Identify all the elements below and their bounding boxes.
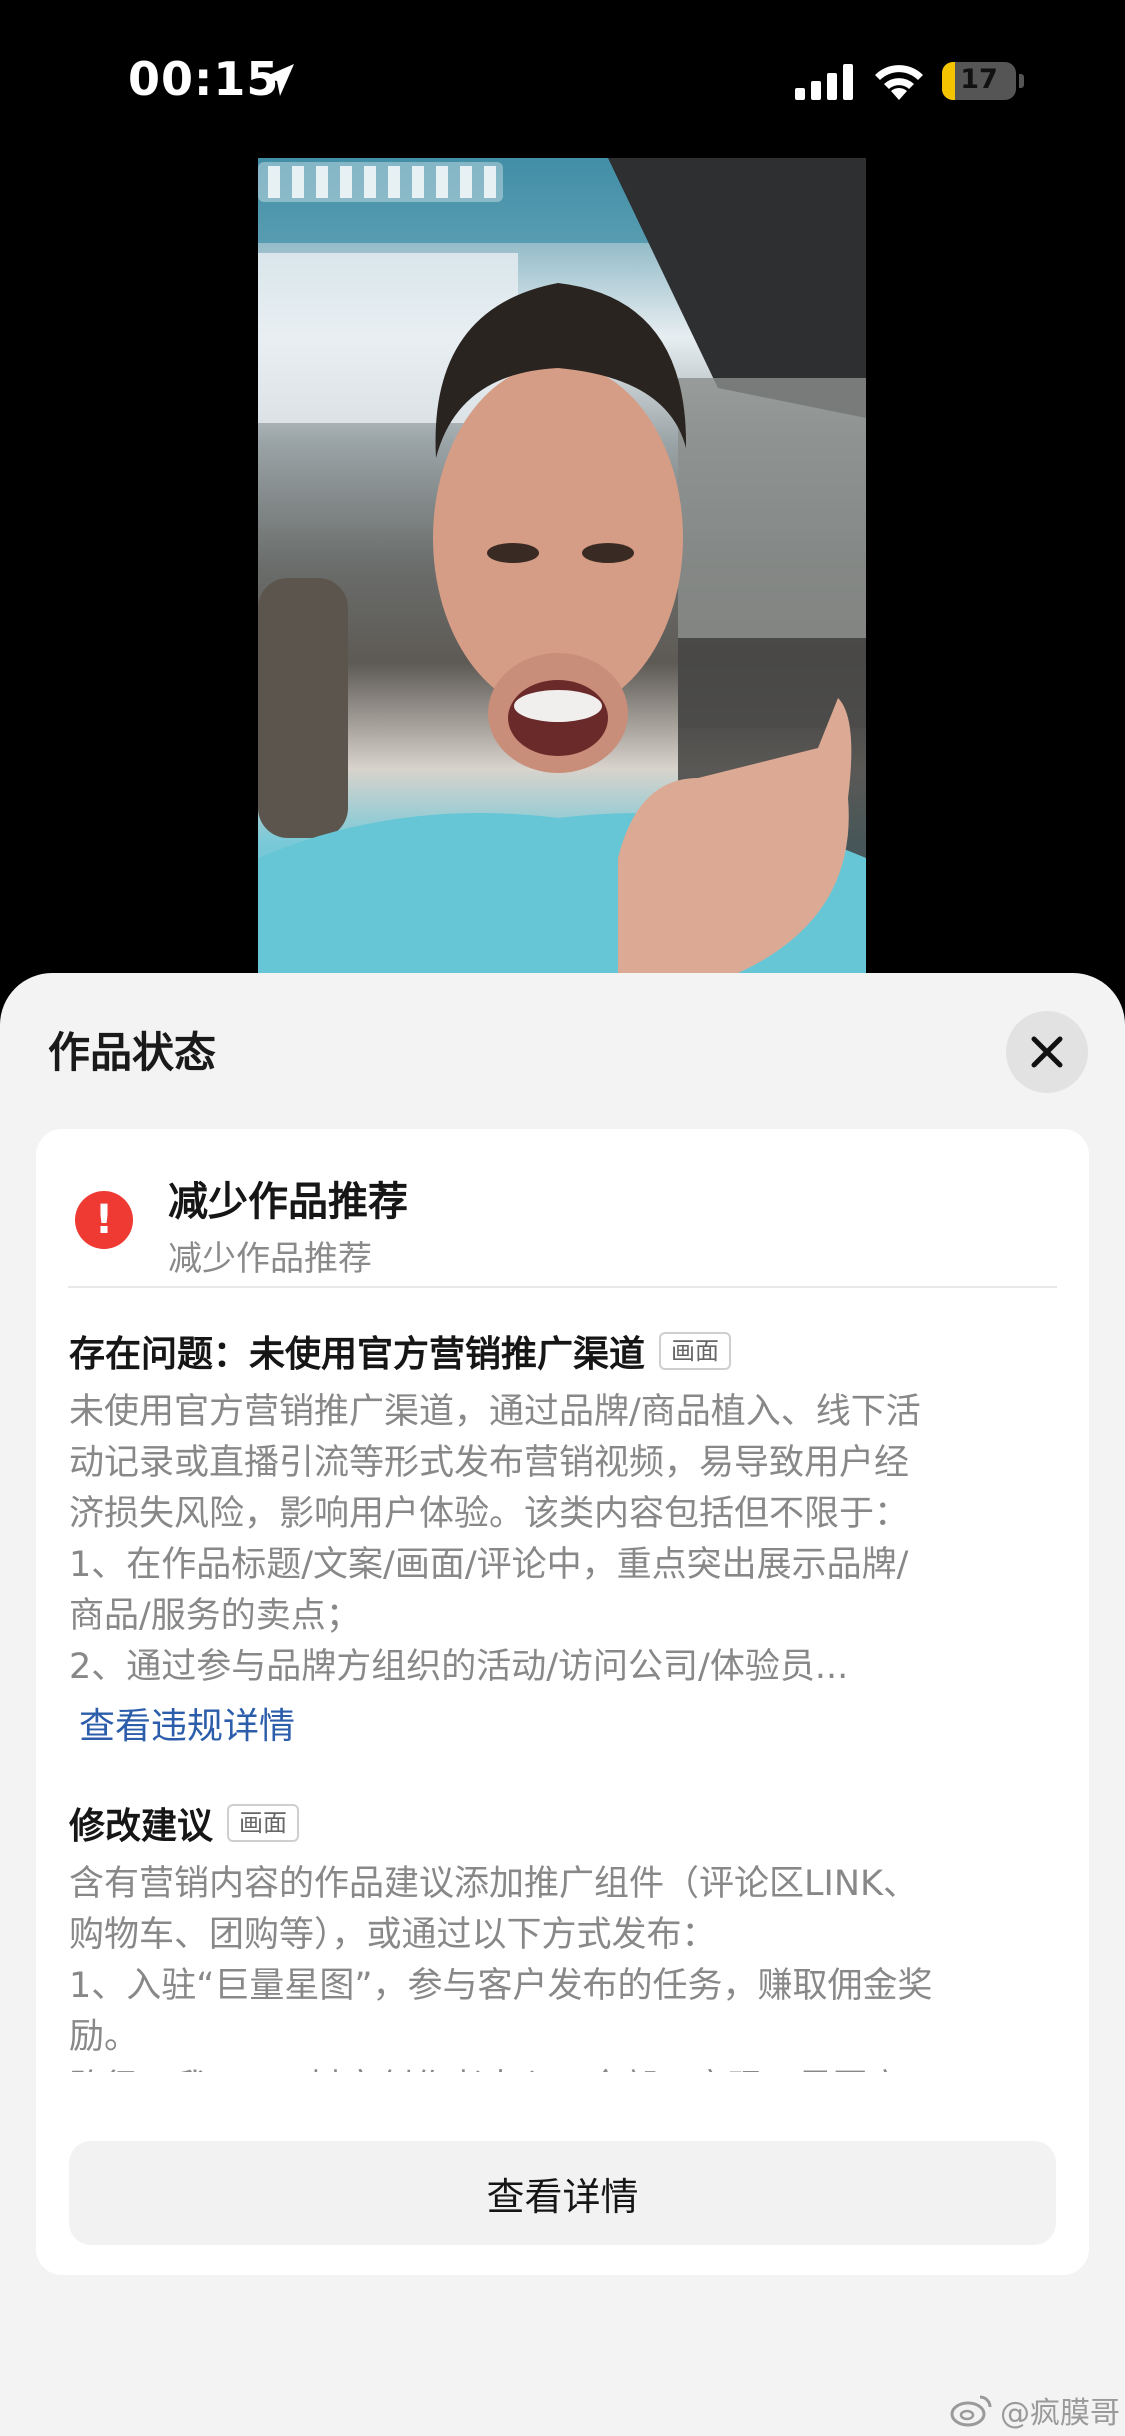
divider [68,1286,1057,1288]
problem-line: 动记录或直播引流等形式发布营销视频，易导致用户经 [69,1443,910,1483]
suggestion-heading-text: 修改建议 [69,1806,214,1847]
suggestion-tag: 画面 [227,1804,300,1842]
wifi-icon [875,65,923,100]
problem-heading-text: 存在问题：未使用官方营销推广渠道 [69,1334,646,1375]
video-illustration [258,158,866,973]
status-time: 00:15 [128,52,280,106]
work-status-sheet: 作品状态 ! 减少作品推荐 减少作品推荐 存在问题：未使用官方营销推广渠道 画面… [0,973,1125,2436]
suggestion-line: 1、入驻“巨量星图”，参与客户发布的任务，赚取佣金奖 [69,1966,933,2006]
problem-heading: 存在问题：未使用官方营销推广渠道 画面 [69,1325,732,1377]
problem-line: 未使用官方营销推广渠道，通过品牌/商品植入、线下活 [69,1392,921,1432]
close-button[interactable] [1006,1011,1088,1093]
status-subtitle: 减少作品推荐 [168,1239,372,1279]
sheet-title: 作品状态 [48,1028,217,1077]
video-thumbnail[interactable] [258,158,866,973]
problem-line: 1、在作品标题/文案/画面/评论中，重点突出展示品牌/ [69,1545,909,1585]
location-arrow-icon [262,64,294,96]
close-icon [1031,1036,1063,1068]
view-violation-details-link[interactable]: 查看违规详情 [79,1697,295,1749]
suggestion-line: 路径：我 - ≡ - 抖音创作者中心 - 全部 - 变现 - 星图商 [69,2063,1069,2072]
watermark: @疯膜哥 [950,2388,1120,2432]
battery-level-text: 17 [960,64,998,95]
weibo-icon [950,2395,992,2427]
problem-description: 未使用官方营销推广渠道，通过品牌/商品植入、线下活 动记录或直播引流等形式发布营… [69,1387,1069,1693]
problem-tag: 画面 [659,1332,732,1370]
status-bar: 00:15 17 [0,0,1125,150]
cellular-signal-icon [795,64,853,100]
alert-icon: ! [75,1191,133,1249]
suggestion-line: 购物车、团购等），或通过以下方式发布： [69,1915,717,1955]
problem-line: 2、通过参与品牌方组织的活动/访问公司/体验员... [69,1647,849,1687]
status-card: ! 减少作品推荐 减少作品推荐 存在问题：未使用官方营销推广渠道 画面 未使用官… [36,1129,1089,2275]
battery-icon: 17 [942,62,1016,100]
suggestion-line: 含有营销内容的作品建议添加推广组件（评论区LINK、 [69,1864,918,1904]
watermark-text: @疯膜哥 [1000,2396,1120,2431]
blurred-caption [258,162,503,202]
suggestion-line: 励。 [69,2017,140,2057]
suggestion-description: 含有营销内容的作品建议添加推广组件（评论区LINK、 购物车、团购等），或通过以… [69,1859,1069,2072]
problem-line: 商品/服务的卖点； [69,1596,361,1636]
suggestion-heading: 修改建议 画面 [69,1797,300,1849]
battery-cap [1019,74,1024,88]
status-title: 减少作品推荐 [168,1179,408,1225]
problem-line: 济损失风险，影响用户体验。该类内容包括但不限于： [69,1494,910,1534]
view-details-button[interactable]: 查看详情 [69,2141,1056,2245]
